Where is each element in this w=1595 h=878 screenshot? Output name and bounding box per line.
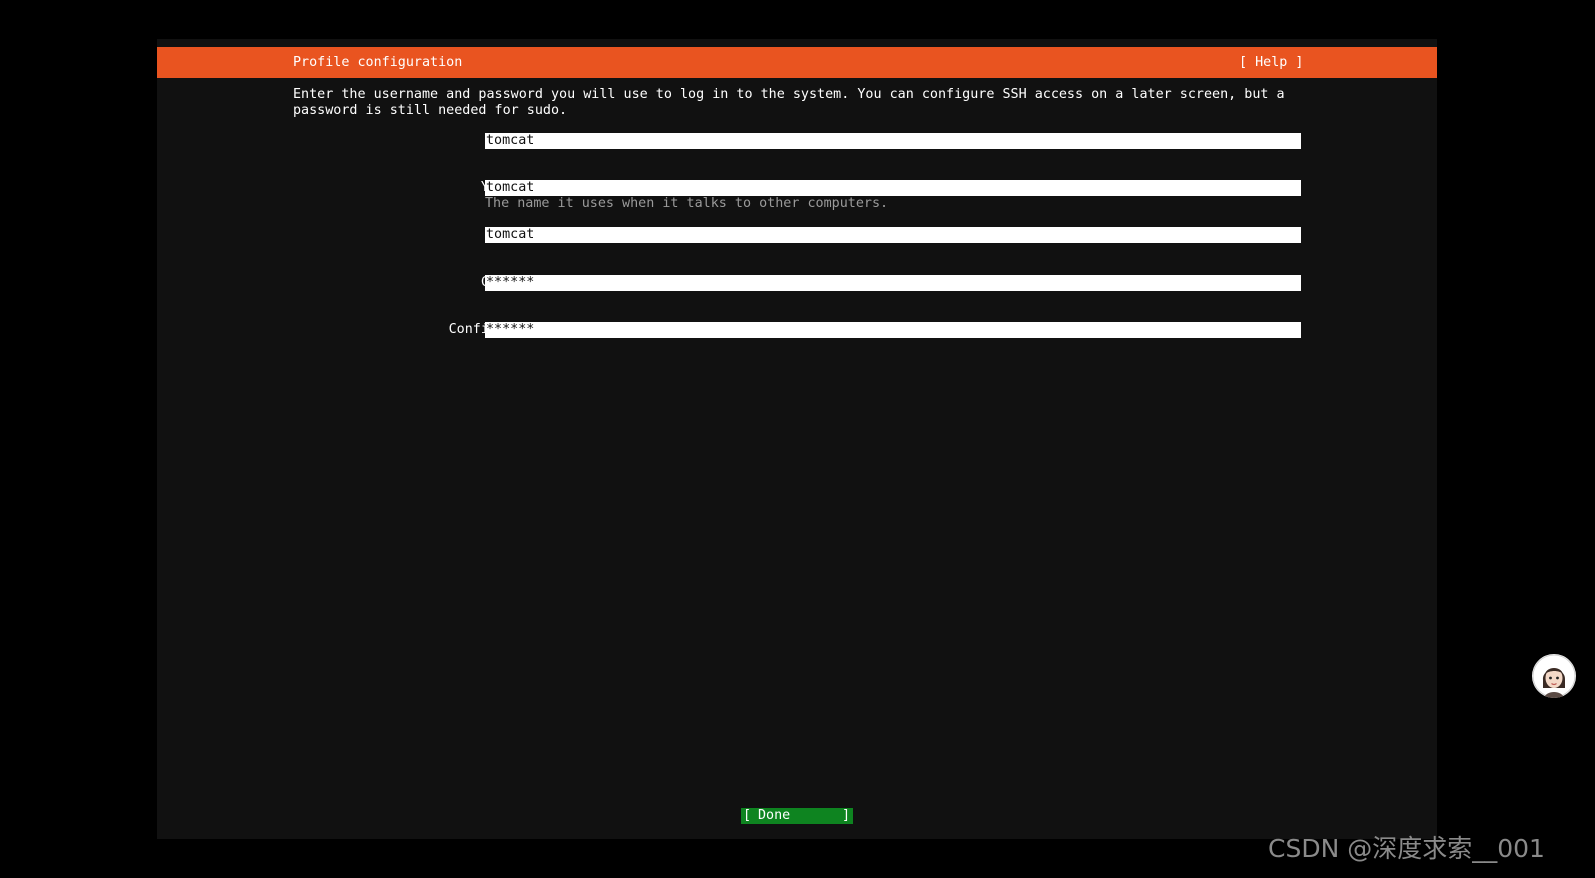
- intro-text: Enter the username and password you will…: [293, 87, 1293, 118]
- watermark-text: CSDN @深度求索__001: [1268, 834, 1545, 863]
- username-input[interactable]: [485, 227, 1301, 243]
- servers-name-input[interactable]: [485, 180, 1301, 196]
- done-bracket-close: ]: [841, 808, 850, 823]
- done-label: Done: [758, 808, 791, 823]
- done-button[interactable]: [ Done ]: [741, 808, 853, 824]
- header-bar: Profile configuration [ Help ]: [157, 47, 1437, 78]
- help-button[interactable]: [ Help ]: [1239, 55, 1304, 71]
- confirm-password-input[interactable]: [485, 322, 1301, 338]
- assistant-avatar-icon[interactable]: [1532, 654, 1576, 698]
- password-input[interactable]: [485, 275, 1301, 291]
- your-name-input[interactable]: [485, 133, 1301, 149]
- servers-name-hint: The name it uses when it talks to other …: [485, 196, 889, 211]
- page-title: Profile configuration: [293, 55, 463, 70]
- done-bracket-open: [: [743, 808, 752, 823]
- installer-screen: Profile configuration [ Help ] Enter the…: [157, 39, 1437, 839]
